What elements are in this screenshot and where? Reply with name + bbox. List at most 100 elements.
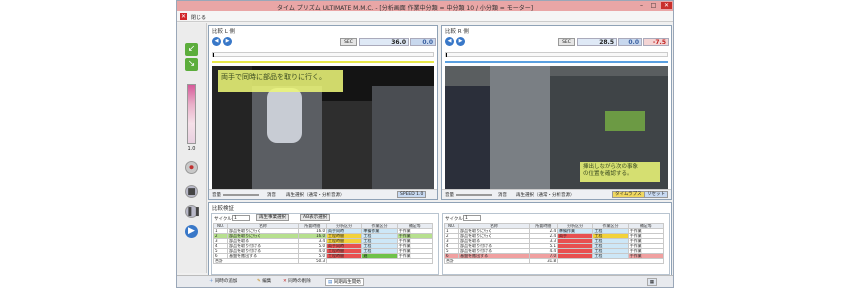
right-sec-button[interactable]: SEC [558, 38, 575, 46]
video-scene [605, 111, 645, 131]
menu-close[interactable]: 閉じる [191, 14, 206, 21]
timelapse-button[interactable]: タイムラプス [612, 191, 645, 198]
cell-empty [326, 258, 433, 264]
right-cycle-label: サイクル [445, 217, 463, 222]
right-timeline[interactable] [445, 52, 668, 57]
right-sub-value: 0.0 [618, 38, 642, 46]
left-mute-label[interactable]: 消音 [267, 192, 276, 198]
delete-button[interactable]: ✕ 同時の削除 [281, 278, 313, 286]
app-window: タイム プリズム ULTIMATE M.M.C. - [分析画面 作業中分類 =… [176, 0, 674, 288]
left-step-back-icon[interactable]: ◀ [212, 37, 221, 46]
show-button[interactable]: AB表示選択 [300, 214, 331, 221]
left-play-icon[interactable]: ▶ [223, 37, 232, 46]
table-row[interactable]: 6 基盤を搬出する 7.0 工程 手作業 [443, 253, 665, 259]
left-video-panel: 比較 L 側 ◀ ▶ SEC 36.0 0.0 両手で同時に部品を取りに行く。 … [208, 25, 438, 200]
left-panel-title: 比較 L 側 [212, 29, 236, 35]
left-playback-label[interactable]: 再生選択（通常・分析音源） [286, 192, 345, 198]
left-cycle-label: サイクル [214, 217, 232, 222]
total-label: 合計 [444, 258, 530, 264]
right-play-icon[interactable]: ▶ [456, 37, 465, 46]
import-icon[interactable]: ↙ [185, 43, 198, 56]
right-mute-label[interactable]: 消音 [498, 192, 507, 198]
right-progress [445, 61, 668, 63]
left-time-value: 36.0 [359, 38, 409, 46]
table-row[interactable]: 3 部品を取る 3.3 工程 手作業 [443, 238, 665, 244]
table-row[interactable]: 2 部品を取りに行く 2.4 両手 工程 手作業 [443, 233, 665, 239]
edit-label: 編集 [262, 279, 272, 284]
video-scene [490, 66, 550, 190]
table-row[interactable]: 2 部品を取りに行く 16.0 工程時間 工程 手作業 [212, 233, 434, 239]
right-compare-area: サイクル 1 NO. 名称 所要時間 分析区分 作業区分 補足等 1 部品を取り… [442, 213, 670, 275]
total-value: 31.8 [528, 258, 559, 264]
left-volume-label: 音量 [212, 193, 221, 198]
register-button[interactable]: 再生事業選択 [256, 214, 289, 221]
left-speed-button[interactable]: SPEED 1.0 [397, 191, 427, 198]
right-caption: 挿出しながら次の事象 の位置を確認する。 [580, 162, 660, 182]
cell-empty [557, 258, 664, 264]
left-caption: 両手で同時に部品を取りに行く。 [218, 70, 343, 92]
table-row[interactable]: 5 部品を取り付ける 4.0 工程時間 工程 手作業 [212, 248, 434, 254]
maximize-button[interactable]: □ [648, 2, 659, 9]
compare-panel: 比較検証 サイクル 1 再生事業選択 AB表示選択 NO. 名称 所要時間 分析… [208, 202, 672, 276]
left-toolbar: ↙ ↘ 1.0 ⏺ ■ ❚❚ ▶ [177, 23, 207, 273]
left-video-frame[interactable]: 両手で同時に部品を取りに行く。 [212, 66, 434, 190]
table-row[interactable]: 4 部品を取り付ける 5.1 工程 手作業 [443, 243, 665, 249]
left-compare-area: サイクル 1 再生事業選択 AB表示選択 NO. 名称 所要時間 分析区分 作業… [211, 213, 439, 275]
record-icon[interactable]: ⏺ [185, 161, 198, 174]
play-icon[interactable]: ▶ [185, 225, 198, 238]
layout-toggle-icon[interactable]: ▦ [646, 278, 657, 286]
pause-icon[interactable]: ❚❚ [185, 205, 201, 218]
left-compare-table: NO. 名称 所要時間 分析区分 作業区分 補足等 1 部品を取りに行く 16.… [212, 223, 434, 264]
table-total-row: 合計 31.8 [444, 258, 664, 264]
minimize-button[interactable]: – [636, 2, 647, 9]
video-scene [372, 86, 434, 190]
table-row[interactable]: 5 部品を取り付ける 4.4 工程 手作業 [443, 248, 665, 254]
total-value: 50.3 [297, 258, 328, 264]
edit-icon: ✎ [257, 279, 261, 284]
right-playback-label[interactable]: 再生選択（通常・分析音源） [516, 192, 575, 198]
delete-icon: ✕ [283, 279, 287, 284]
delete-label: 同時の削除 [288, 279, 311, 284]
export-icon[interactable]: ↘ [185, 58, 198, 71]
video-scene [267, 88, 302, 143]
right-timeline-cursor[interactable] [446, 53, 447, 57]
right-volume-slider[interactable] [456, 194, 492, 196]
right-compare-table: NO. 名称 所要時間 分析区分 作業区分 補足等 1 部品を取りに行く 2.4… [443, 223, 665, 264]
total-label: 合計 [213, 258, 299, 264]
table-row[interactable]: 1 部品を取りに行く 2.4 準備作業 工程 手作業 [443, 228, 665, 234]
left-timeline-cursor[interactable] [213, 53, 214, 57]
table-total-row: 合計 50.3 [213, 258, 433, 264]
add-button[interactable]: ＋ 同時の追加 [207, 278, 239, 286]
right-cycle-select[interactable]: 1 [463, 215, 481, 221]
left-timeline[interactable] [212, 52, 434, 57]
left-sub-value: 0.0 [410, 38, 436, 46]
add-label: 同時の追加 [214, 279, 238, 284]
video-scene [322, 101, 372, 190]
close-window-button[interactable]: ✕ [661, 2, 672, 9]
left-cycle-select[interactable]: 1 [232, 215, 250, 221]
left-volume-slider[interactable] [223, 194, 259, 196]
table-row[interactable]: 4 部品を取り付ける 5.0 両手同時 工程 手作業 [212, 243, 434, 249]
speed-value: 1.0 [187, 146, 196, 152]
edit-button[interactable]: ✎ 編集 [255, 278, 273, 286]
reset-button[interactable]: リセット [644, 191, 668, 198]
speed-slider[interactable] [187, 84, 196, 144]
sync-icon: ▤ [328, 280, 333, 285]
right-step-back-icon[interactable]: ◀ [445, 37, 454, 46]
sync-label: 同期再生開始 [333, 280, 361, 285]
close-icon[interactable]: ✕ [180, 13, 187, 20]
right-time-value: 28.5 [577, 38, 617, 46]
table-row[interactable]: 6 基盤を搬出する 5.0 工程時間 遅 手作業 [212, 253, 434, 259]
stop-icon[interactable]: ■ [185, 185, 198, 198]
right-diff-value: -7.5 [643, 38, 669, 46]
left-sec-button[interactable]: SEC [340, 38, 357, 46]
table-row[interactable]: 1 部品を取りに行く 16.0 両手同時 準備作業 手作業 [212, 228, 434, 234]
title-bar: タイム プリズム ULTIMATE M.M.C. - [分析画面 作業中分類 =… [177, 1, 673, 12]
right-volume-label: 音量 [445, 193, 454, 198]
status-bar: ＋ 同時の追加 ✎ 編集 ✕ 同時の削除 ▤ 同期再生開始 ▦ [177, 275, 673, 287]
table-row[interactable]: 3 部品を取る 3.4 工程時間 工程 手作業 [212, 238, 434, 244]
add-icon: ＋ [209, 279, 214, 284]
right-video-frame[interactable]: 挿出しながら次の事象 の位置を確認する。 [445, 66, 668, 190]
sync-play-button[interactable]: ▤ 同期再生開始 [325, 278, 364, 286]
right-caption-line1: 挿出しながら次の事象 [583, 164, 639, 170]
